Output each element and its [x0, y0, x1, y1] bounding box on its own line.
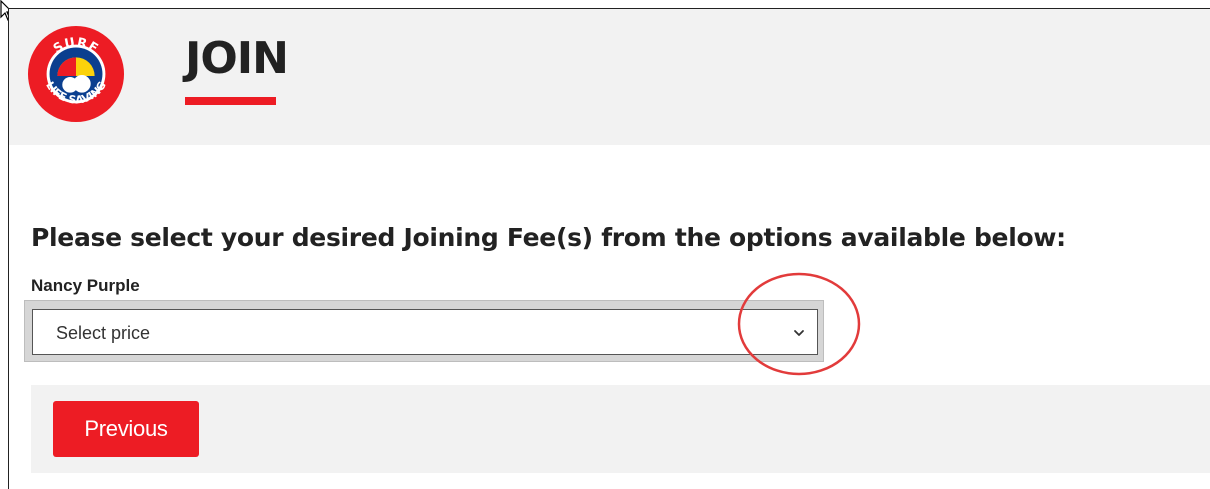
chevron-down-icon	[794, 330, 804, 336]
price-select-value: Select price	[56, 323, 151, 343]
previous-button[interactable]: Previous	[53, 401, 199, 457]
member-name-label: Nancy Purple	[31, 276, 140, 295]
form-actions-bar: Previous	[31, 385, 1210, 473]
page-header: SURF LIFE SAVING JOIN	[9, 9, 1210, 145]
surf-life-saving-logo: SURF LIFE SAVING	[27, 25, 125, 123]
price-select[interactable]: Select price	[32, 309, 818, 355]
joining-fee-heading: Please select your desired Joining Fee(s…	[31, 223, 1066, 252]
title-underline	[185, 97, 276, 105]
price-select-wrapper: Select price	[24, 300, 824, 362]
page-title: JOIN	[185, 33, 289, 84]
page-frame: SURF LIFE SAVING JOIN Please select your…	[8, 8, 1210, 489]
